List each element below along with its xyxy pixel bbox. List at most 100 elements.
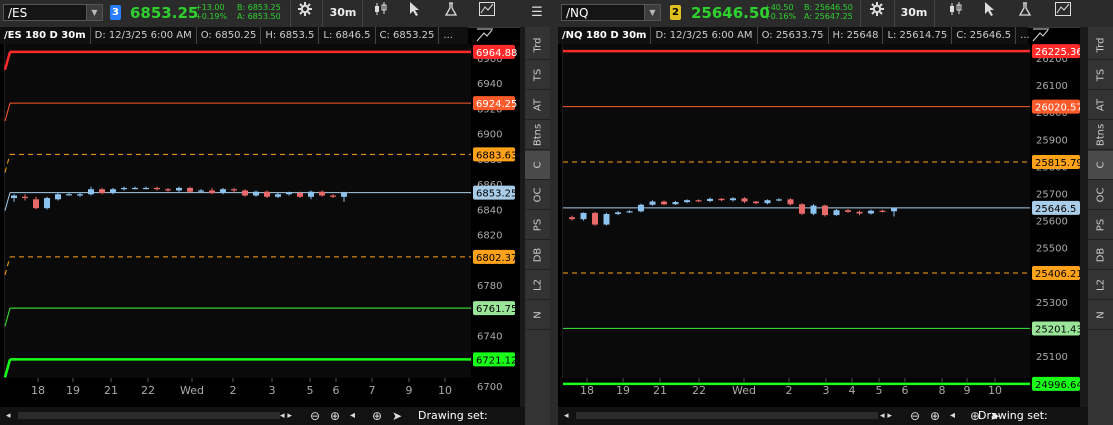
side-tab-at[interactable]: AT [1088, 91, 1113, 120]
candle-body [319, 191, 325, 196]
y-tick-label: 6820 [477, 231, 502, 242]
candle-body [626, 211, 633, 213]
side-tab-trd[interactable]: Trd [525, 31, 550, 60]
chevron-down-icon[interactable]: ▼ [86, 5, 102, 20]
side-tab-btns[interactable]: Btns [1088, 121, 1113, 150]
side-tab-btns[interactable]: Btns [525, 121, 550, 150]
price-tag: 25201.43 [1032, 321, 1082, 336]
info-more[interactable]: ... [439, 27, 457, 44]
horizontal-scrollbar[interactable] [576, 412, 878, 419]
side-tab-db[interactable]: DB [1088, 241, 1113, 270]
x-tick-label: 5 [307, 384, 314, 397]
bar-high: H: 6853.5 [261, 27, 320, 44]
expand-chart-icon[interactable] [476, 28, 494, 43]
side-tab-ts[interactable]: TS [525, 61, 550, 90]
candlestick-icon[interactable] [943, 2, 969, 24]
candle-body [308, 191, 314, 197]
symbol-selector[interactable]: /NQ ▼ [561, 4, 661, 21]
side-tab-oc[interactable]: OC [525, 181, 550, 210]
price-tag-label: 24996.64 [1035, 380, 1082, 391]
side-tab-ps[interactable]: PS [525, 211, 550, 240]
side-tab-label: Trd [1095, 37, 1106, 53]
side-tab-at[interactable]: AT [525, 91, 550, 120]
horizontal-scrollbar[interactable] [18, 412, 280, 419]
x-tick-label: 2 [230, 384, 237, 397]
x-tick-label: 7 [369, 384, 376, 397]
side-tab-n[interactable]: N [525, 301, 550, 330]
pointer-icon[interactable]: ➤ [392, 408, 402, 424]
scroll-right-icon[interactable]: ◂ ▸ [280, 408, 292, 424]
candle-body [730, 198, 736, 201]
link-group-badge[interactable]: 3 [110, 5, 121, 20]
drawing-set-label[interactable]: Drawing set: Default [418, 409, 525, 425]
expand-chart-icon[interactable] [1032, 28, 1050, 43]
crosshair-icon[interactable]: ⊕ [372, 408, 382, 424]
vertical-scrollbar[interactable] [1080, 27, 1088, 425]
side-tab-l2[interactable]: L2 [525, 271, 550, 300]
timeframe-button[interactable]: 30m [328, 4, 358, 22]
y-tick-label: 25900 [1036, 135, 1068, 146]
side-tab-n[interactable]: N [1088, 301, 1113, 330]
divider [362, 0, 363, 27]
side-tab-trd[interactable]: Trd [1088, 31, 1113, 60]
y-tick-label: 25300 [1036, 298, 1068, 309]
x-tick-label: 6 [902, 384, 909, 397]
candle-body [707, 198, 713, 201]
candle-body [11, 195, 17, 199]
symbol-text: /ES [8, 6, 28, 20]
side-tab-strip: Trd TS AT Btns C OC PS DB L2 N [525, 27, 550, 425]
side-tab-ps[interactable]: PS [1088, 211, 1113, 240]
drawing-tools-icon[interactable] [474, 2, 500, 24]
flask-icon[interactable] [438, 2, 464, 24]
gear-icon[interactable] [864, 2, 890, 24]
symbol-selector[interactable]: /ES ▼ [3, 4, 103, 21]
zoom-in-icon[interactable]: ⊕ [930, 408, 940, 424]
candle-body [661, 201, 667, 205]
candle-body [44, 198, 50, 209]
side-tab-db[interactable]: DB [525, 241, 550, 270]
candle-body [833, 210, 840, 216]
zoom-in-icon[interactable]: ⊕ [330, 408, 340, 424]
side-tab-c[interactable]: C [525, 151, 550, 180]
side-tab-oc[interactable]: OC [1088, 181, 1113, 210]
cursor-icon[interactable] [977, 2, 1003, 24]
side-tab-label: TS [532, 68, 543, 82]
ask-value: A: 6853.50 [237, 12, 281, 21]
side-tab-ts[interactable]: TS [1088, 61, 1113, 90]
flask-icon[interactable] [1012, 2, 1038, 24]
x-tick-label: 21 [653, 384, 667, 397]
candle-body [187, 187, 193, 192]
zoom-out-icon[interactable]: ⊖ [310, 408, 320, 424]
x-tick-label: 6 [333, 384, 340, 397]
drawing-tools-icon[interactable] [1050, 2, 1076, 24]
chart-footer: ◂ ◂ ▸ ⊖ ⊕ ◂ ⊕ ➤ Drawing set: Default [558, 407, 1088, 425]
scroll-left-icon[interactable]: ◂ [6, 408, 11, 424]
side-tab-label: DB [1095, 247, 1106, 263]
bar-close: C: 25646.5 [952, 27, 1017, 44]
chevron-down-icon[interactable]: ▼ [644, 5, 660, 20]
net-change: +13.00 +0.19% [195, 3, 227, 21]
side-tab-l2[interactable]: L2 [1088, 271, 1113, 300]
candle-body [231, 189, 237, 191]
scroll-right-icon[interactable]: ◂ ▸ [880, 408, 892, 424]
pan-icon[interactable]: ◂ [350, 408, 355, 424]
ohlc-info-bar: /NQ 180 D 30m D: 12/3/25 6:00 AM O: 25633.… [558, 27, 1030, 44]
drawing-set-label[interactable]: Drawing set: Default [978, 409, 1088, 425]
pan-icon[interactable]: ◂ [950, 408, 955, 424]
price-tag-label: 26020.57 [1035, 103, 1082, 114]
candlestick-icon[interactable] [368, 2, 394, 24]
panel-splitter[interactable] [550, 0, 558, 425]
hamburger-icon[interactable]: ☰ [524, 2, 550, 24]
price-chart[interactable]: 6960694069206900688068606840682068006780… [4, 44, 526, 404]
zoom-out-icon[interactable]: ⊖ [910, 408, 920, 424]
bar-close: C: 6853.25 [376, 27, 440, 44]
scroll-left-icon[interactable]: ◂ [564, 408, 569, 424]
x-tick-label: 5 [876, 384, 883, 397]
gear-icon[interactable] [292, 2, 318, 24]
timeframe-button[interactable]: 30m [899, 4, 929, 22]
link-group-badge[interactable]: 2 [670, 5, 681, 20]
price-chart[interactable]: 2620026100260002590025800257002560025500… [562, 44, 1082, 404]
last-price: 25646.50 [691, 4, 770, 22]
cursor-icon[interactable] [402, 2, 428, 24]
side-tab-c[interactable]: C [1088, 151, 1113, 180]
